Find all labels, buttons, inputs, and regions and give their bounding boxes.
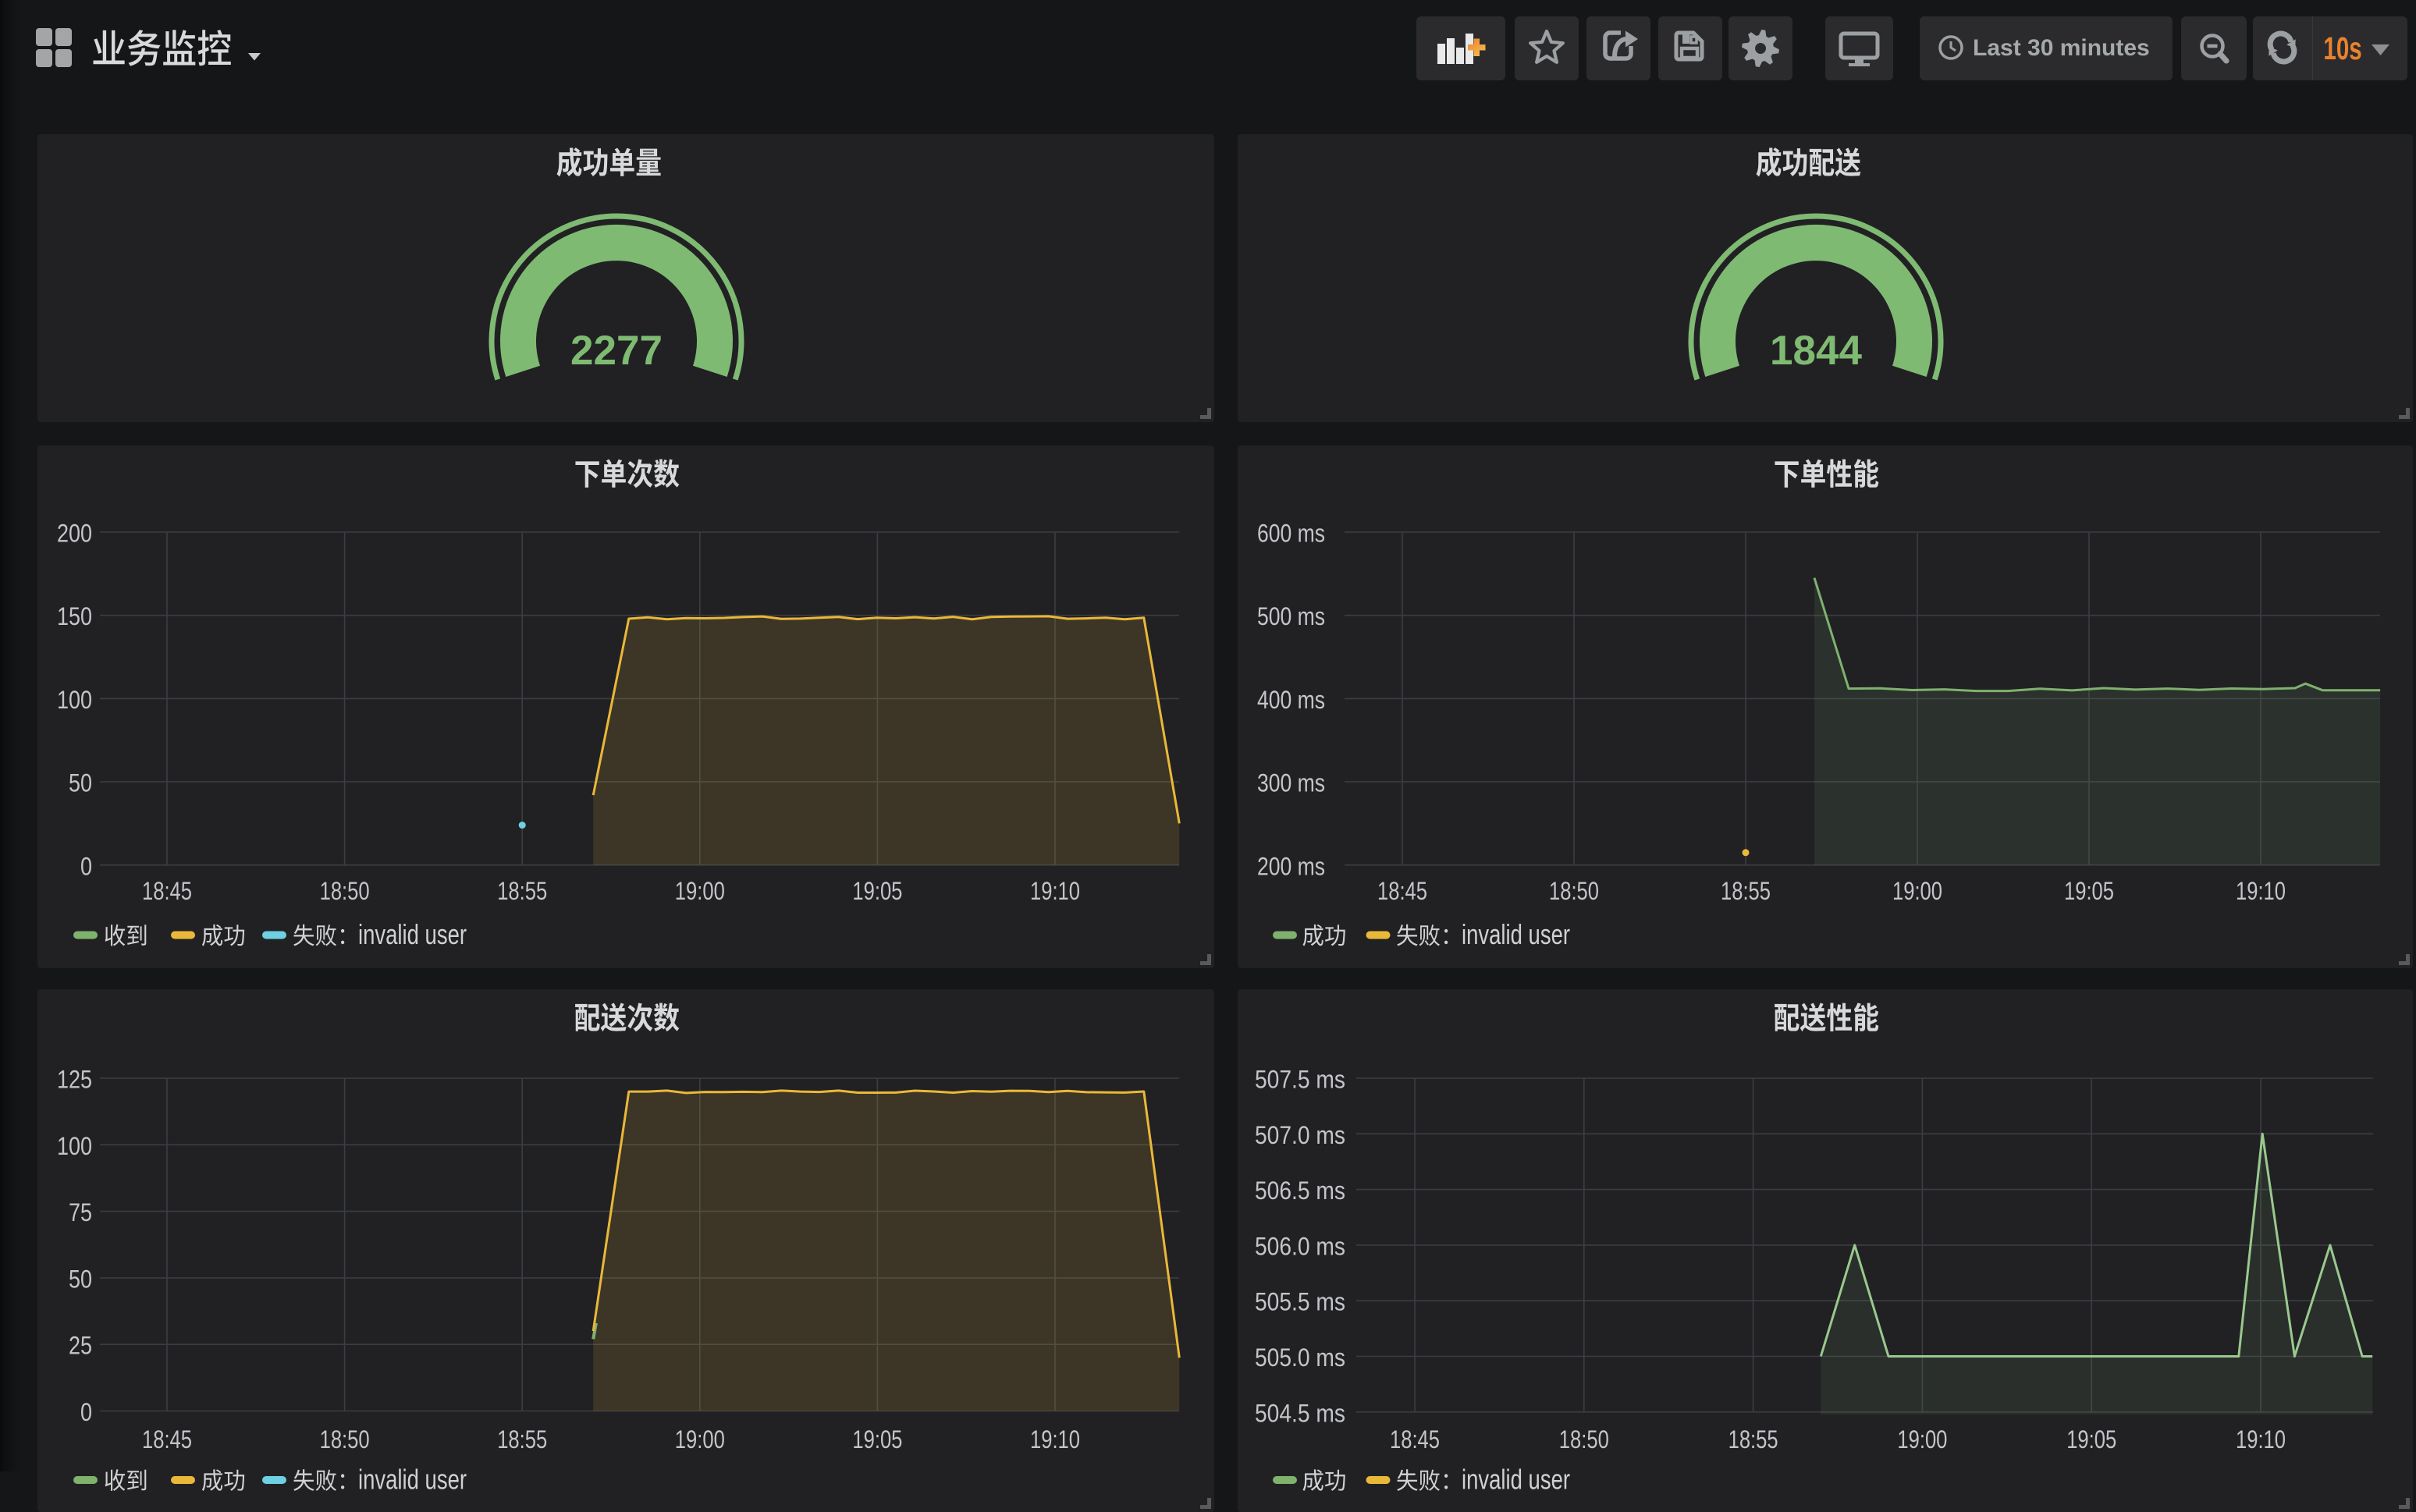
- svg-text:19:05: 19:05: [2064, 877, 2114, 905]
- svg-text:18:50: 18:50: [1549, 877, 1599, 905]
- svg-text:2277: 2277: [570, 328, 663, 374]
- svg-text:19:10: 19:10: [1030, 1425, 1080, 1453]
- svg-text:invalid user: invalid user: [1462, 918, 1570, 950]
- svg-text:18:45: 18:45: [1390, 1425, 1440, 1453]
- svg-text:invalid user: invalid user: [1462, 1464, 1570, 1496]
- svg-text:500 ms: 500 ms: [1257, 602, 1325, 630]
- svg-text:1844: 1844: [1770, 328, 1862, 374]
- svg-text:18:50: 18:50: [1559, 1425, 1609, 1453]
- svg-text:19:05: 19:05: [852, 1425, 902, 1453]
- svg-text:50: 50: [69, 769, 92, 797]
- svg-text:50: 50: [69, 1265, 92, 1293]
- svg-text:200 ms: 200 ms: [1257, 852, 1325, 880]
- svg-text:18:55: 18:55: [1721, 877, 1771, 905]
- svg-text:19:05: 19:05: [2066, 1425, 2116, 1453]
- svg-text:19:00: 19:00: [675, 877, 725, 905]
- svg-text:505.0 ms: 505.0 ms: [1255, 1343, 1345, 1372]
- svg-text:18:55: 18:55: [1729, 1425, 1778, 1453]
- svg-text:18:45: 18:45: [142, 877, 192, 905]
- svg-text:100: 100: [57, 1132, 92, 1160]
- svg-text:invalid user: invalid user: [358, 918, 467, 950]
- svg-text:19:10: 19:10: [2236, 1425, 2286, 1453]
- svg-text:18:55: 18:55: [497, 877, 547, 905]
- svg-text:18:45: 18:45: [142, 1425, 192, 1453]
- svg-text:75: 75: [69, 1198, 92, 1226]
- svg-text:19:10: 19:10: [2236, 877, 2286, 905]
- svg-text:505.5 ms: 505.5 ms: [1255, 1288, 1345, 1316]
- svg-text:invalid user: invalid user: [358, 1464, 467, 1496]
- svg-text:506.0 ms: 506.0 ms: [1255, 1232, 1345, 1260]
- svg-text:19:10: 19:10: [1030, 877, 1080, 905]
- svg-text:18:55: 18:55: [497, 1425, 547, 1453]
- svg-text:300 ms: 300 ms: [1257, 769, 1325, 797]
- svg-text:200: 200: [57, 520, 92, 548]
- svg-text:125: 125: [57, 1066, 92, 1094]
- svg-text:19:00: 19:00: [675, 1425, 725, 1453]
- svg-text:18:50: 18:50: [320, 877, 370, 905]
- svg-text:19:05: 19:05: [852, 877, 902, 905]
- svg-text:507.5 ms: 507.5 ms: [1255, 1066, 1345, 1094]
- svg-text:18:45: 18:45: [1377, 877, 1427, 905]
- svg-text:600 ms: 600 ms: [1257, 520, 1325, 548]
- svg-text:19:00: 19:00: [1892, 877, 1942, 905]
- svg-text:19:00: 19:00: [1897, 1425, 1947, 1453]
- svg-text:400 ms: 400 ms: [1257, 686, 1325, 714]
- svg-text:150: 150: [57, 602, 92, 630]
- svg-text:504.5 ms: 504.5 ms: [1255, 1399, 1345, 1427]
- svg-text:507.0 ms: 507.0 ms: [1255, 1121, 1345, 1149]
- svg-text:100: 100: [57, 686, 92, 714]
- svg-text:25: 25: [69, 1332, 92, 1360]
- svg-text:18:50: 18:50: [320, 1425, 370, 1453]
- svg-text:0: 0: [80, 1398, 92, 1426]
- svg-text:506.5 ms: 506.5 ms: [1255, 1177, 1345, 1205]
- svg-text:0: 0: [80, 852, 92, 880]
